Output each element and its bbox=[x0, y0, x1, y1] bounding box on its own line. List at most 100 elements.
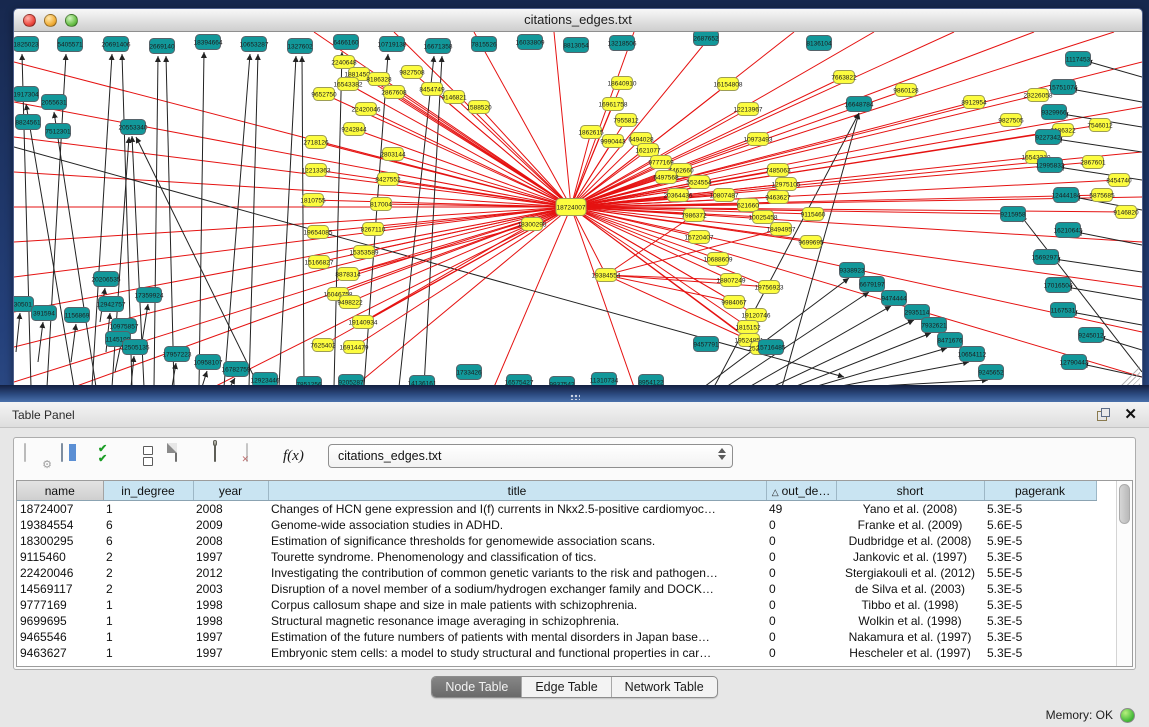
graph-node-label: 530501 bbox=[14, 301, 32, 308]
graph-node-label: 18807249 bbox=[717, 277, 746, 284]
graph-node-label: 1156869 bbox=[65, 312, 90, 319]
table-row[interactable]: 1938455462009Genome-wide association stu… bbox=[17, 517, 1096, 533]
table-row[interactable]: 977716911998Corpus callosum shape and si… bbox=[17, 597, 1096, 613]
graph-node-label: 8878314 bbox=[335, 271, 361, 278]
network-view-window[interactable]: citations_edges.txt 18724007183002951938… bbox=[13, 8, 1143, 387]
graph-node-label: 9242844 bbox=[341, 126, 367, 133]
new-table-button[interactable] bbox=[172, 444, 198, 468]
graph-node-label: 8471676 bbox=[937, 337, 963, 344]
dropdown-stepper-icon bbox=[718, 448, 726, 460]
table-selector-dropdown[interactable]: citations_edges.txt bbox=[328, 444, 733, 468]
minimize-button[interactable] bbox=[44, 14, 57, 27]
graph-node-label: 7485063 bbox=[765, 167, 791, 174]
column-header-in_degree[interactable]: in_degree bbox=[103, 481, 193, 501]
column-header-short[interactable]: short bbox=[836, 481, 984, 501]
graph-node-label: 10807487 bbox=[710, 192, 739, 199]
column-header-title[interactable]: title bbox=[268, 481, 766, 501]
graph-node-label: 17016504 bbox=[1044, 282, 1073, 289]
graph-node-label: 9227342 bbox=[1035, 134, 1061, 141]
table-row[interactable]: 946362711997Embryonic stem cells: a mode… bbox=[17, 645, 1096, 661]
table-row[interactable]: 969969511998Structural magnetic resonanc… bbox=[17, 613, 1096, 629]
close-button[interactable] bbox=[23, 14, 36, 27]
graph-node-label: 7932621 bbox=[921, 322, 947, 329]
graph-node-label: 9699695 bbox=[798, 239, 824, 246]
network-canvas[interactable]: 1872400718300295193845542240648188145049… bbox=[14, 32, 1142, 387]
graph-node-label: 10025458 bbox=[749, 214, 778, 221]
tab-node-table[interactable]: Node Table bbox=[432, 677, 522, 697]
graph-node-label: 12923446 bbox=[251, 377, 280, 384]
graph-node-label: 1733426 bbox=[456, 369, 482, 376]
graph-node-label: 12995832 bbox=[1036, 162, 1065, 169]
graph-node-label: 12444184 bbox=[1052, 192, 1081, 199]
delete-table-button[interactable] bbox=[209, 444, 235, 468]
column-header-name[interactable]: name bbox=[17, 481, 103, 501]
graph-node-label: 8813054 bbox=[563, 42, 589, 49]
node-table[interactable]: namein_degreeyeartitle△out_de…shortpager… bbox=[17, 481, 1097, 661]
close-panel-icon[interactable]: ✕ bbox=[1124, 408, 1137, 421]
graph-node-label: 13218506 bbox=[608, 40, 637, 47]
graph-node-label: 15751074 bbox=[1049, 84, 1078, 91]
citation-network-graph[interactable]: 1872400718300295193845542240648188145049… bbox=[14, 32, 1142, 387]
graph-node-label: 8267110 bbox=[361, 226, 386, 233]
network-window-titlebar[interactable]: citations_edges.txt bbox=[14, 9, 1142, 32]
graph-node-label: 10653287 bbox=[240, 41, 269, 48]
graph-node-label: 1167531 bbox=[1051, 307, 1076, 314]
graph-node-label: 9215958 bbox=[1000, 211, 1026, 218]
graph-node-label: 11310734 bbox=[590, 377, 619, 384]
graph-node-label: 7955812 bbox=[613, 117, 639, 124]
status-bar: Memory: OK bbox=[0, 703, 1149, 727]
column-header-year[interactable]: year bbox=[193, 481, 268, 501]
zoom-button[interactable] bbox=[65, 14, 78, 27]
graph-node-label: 23226058 bbox=[1024, 92, 1053, 99]
graph-node-label: 9245012 bbox=[1078, 332, 1104, 339]
table-toolbar: ⚙ ✔✔ f(x) citations_edges.txt bbox=[14, 438, 1135, 474]
graph-node-label: 12213967 bbox=[734, 106, 763, 113]
graph-node-label: 6466160 bbox=[333, 39, 359, 46]
table-settings-button[interactable]: ⚙ bbox=[24, 444, 50, 468]
divider-grip-icon bbox=[570, 394, 580, 400]
tab-network-table[interactable]: Network Table bbox=[612, 677, 717, 697]
table-row[interactable]: 1830029562008Estimation of significance … bbox=[17, 533, 1096, 549]
graph-node-label: 1810755 bbox=[300, 197, 326, 204]
graph-node-label: 12975105 bbox=[772, 181, 801, 188]
graph-node-label: 2718126 bbox=[303, 139, 329, 146]
graph-node-label: 8912954 bbox=[961, 99, 987, 106]
graph-node-label: 8454740 bbox=[1106, 177, 1132, 184]
graph-node-label: 9474444 bbox=[881, 295, 907, 302]
graph-node-label: 10688609 bbox=[704, 256, 733, 263]
table-panel: Table Panel ✕ ⚙ ✔✔ f(x) citations_edges.… bbox=[0, 402, 1149, 727]
scrollbar-thumb[interactable] bbox=[1119, 484, 1130, 524]
graph-node-label: 9827508 bbox=[399, 69, 425, 76]
graph-node-label: 15716485 bbox=[757, 344, 786, 351]
graph-node-label: 9652750 bbox=[311, 91, 337, 98]
graph-node-label: 10719138 bbox=[378, 41, 407, 48]
row-mode-button[interactable] bbox=[135, 444, 161, 468]
tab-edge-table[interactable]: Edge Table bbox=[522, 677, 611, 697]
function-builder-button[interactable]: f(x) bbox=[283, 444, 309, 468]
table-panel-header: Table Panel ✕ bbox=[0, 402, 1149, 428]
memory-status-label: Memory: OK bbox=[1046, 708, 1113, 722]
table-panel-title: Table Panel bbox=[12, 408, 1097, 422]
select-columns-button[interactable]: ✔✔ bbox=[98, 444, 124, 468]
graph-node-label: 5875685 bbox=[1089, 192, 1115, 199]
graph-node-label: 9984067 bbox=[721, 299, 747, 306]
table-vertical-scrollbar[interactable] bbox=[1116, 481, 1132, 666]
graph-node-label: 10958107 bbox=[194, 359, 223, 366]
float-panel-icon[interactable] bbox=[1097, 408, 1110, 421]
memory-status-indicator[interactable] bbox=[1120, 708, 1135, 723]
table-row[interactable]: 946554611997Estimation of the future num… bbox=[17, 629, 1096, 645]
graph-node-label: 18640910 bbox=[608, 80, 637, 87]
graph-node-label: 18394664 bbox=[194, 39, 223, 46]
graph-node-label: 15166827 bbox=[305, 259, 334, 266]
table-row[interactable]: 1872400712008Changes of HCN gene express… bbox=[17, 501, 1096, 518]
show-columns-button[interactable] bbox=[61, 444, 87, 468]
table-row[interactable]: 911546021997Tourette syndrome. Phenomeno… bbox=[17, 549, 1096, 565]
graph-node-label: 7663822 bbox=[831, 74, 857, 81]
column-header-out_de[interactable]: △out_de… bbox=[766, 481, 836, 501]
graph-node-label: 20206535 bbox=[92, 276, 121, 283]
table-row[interactable]: 2242004622012Investigating the contribut… bbox=[17, 565, 1096, 581]
column-header-pagerank[interactable]: pagerank bbox=[984, 481, 1096, 501]
split-pane-divider[interactable] bbox=[0, 385, 1149, 402]
graph-node-label: 19756923 bbox=[755, 284, 784, 291]
table-row[interactable]: 1456911722003Disruption of a novel membe… bbox=[17, 581, 1096, 597]
